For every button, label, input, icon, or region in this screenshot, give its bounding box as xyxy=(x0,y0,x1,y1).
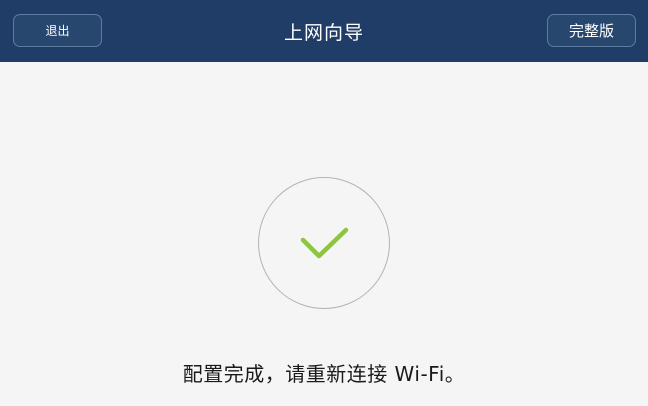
status-message: 配置完成，请重新连接 Wi-Fi。 xyxy=(182,362,466,386)
full-version-button[interactable]: 完整版 xyxy=(547,14,636,47)
checkmark-icon xyxy=(300,227,349,259)
exit-button[interactable]: 退出 xyxy=(13,14,102,47)
success-circle xyxy=(258,177,390,309)
top-bar: 退出 上网向导 完整版 xyxy=(0,0,648,62)
